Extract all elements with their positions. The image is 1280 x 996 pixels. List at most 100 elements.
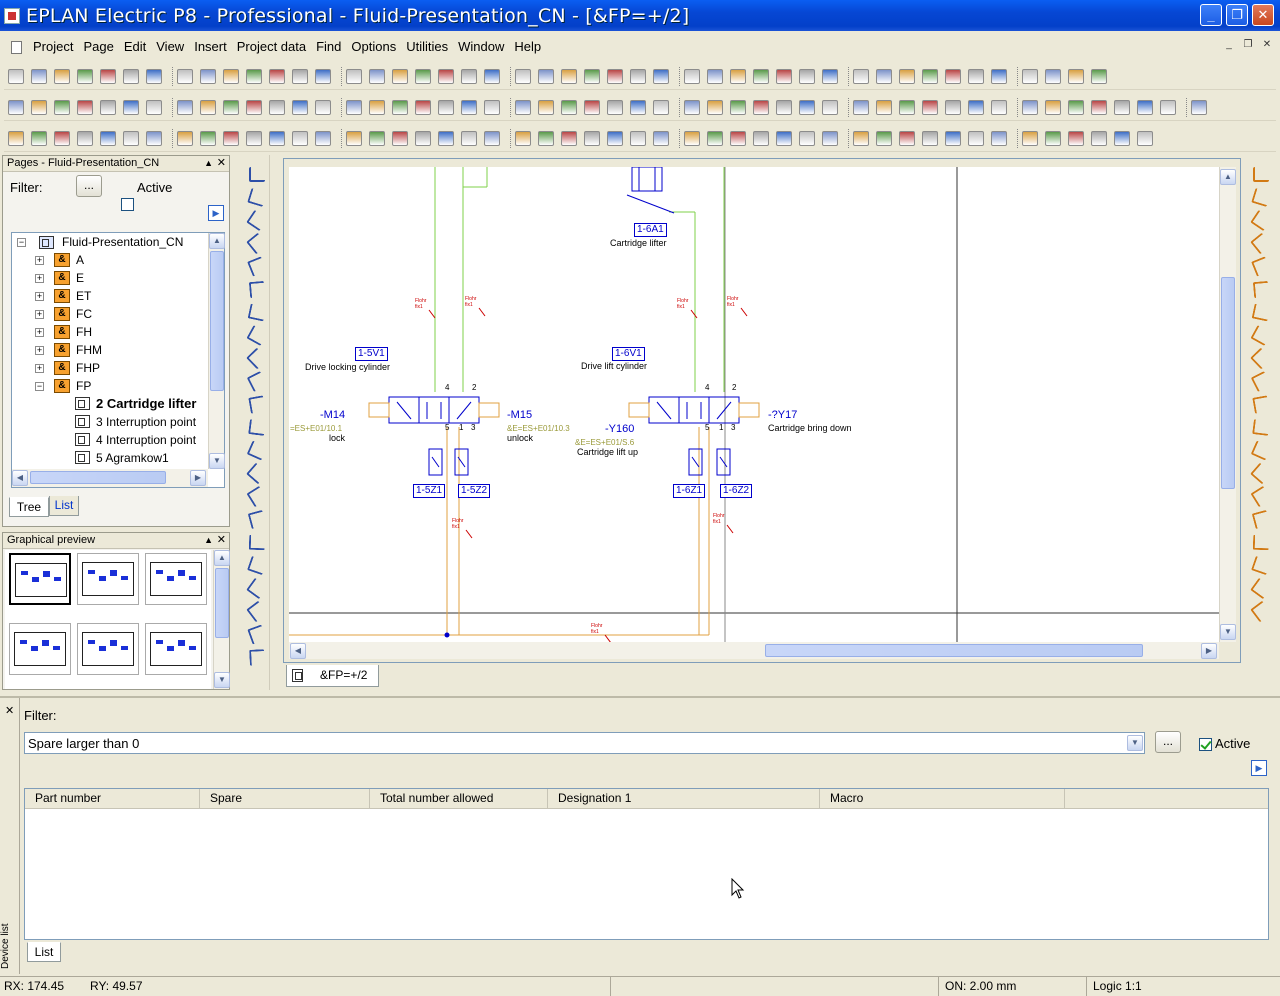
toolbar-tool-icon[interactable] [730, 131, 746, 146]
tree-node-fh[interactable]: FH [76, 323, 92, 341]
label-1-5Z2[interactable]: 1-5Z2 [458, 484, 491, 498]
toolbar-tool-icon[interactable] [707, 69, 723, 84]
toolbar-tool-icon[interactable] [561, 69, 577, 84]
menu-insert[interactable]: Insert [189, 37, 232, 57]
drawing-tool-icon[interactable] [247, 256, 267, 277]
close-icon[interactable]: ✕ [217, 533, 226, 548]
toolbar-tool-icon[interactable] [1160, 100, 1176, 115]
toolbar-tool-icon[interactable] [1091, 131, 1107, 146]
toolbar-tool-icon[interactable] [630, 100, 646, 115]
toolbar-tool-icon[interactable] [369, 131, 385, 146]
toolbar-tool-icon[interactable] [684, 100, 700, 115]
toolbar-tool-icon[interactable] [584, 131, 600, 146]
toolbar-tool-icon[interactable] [200, 131, 216, 146]
scroll-right-arrow-icon[interactable]: ▶ [190, 470, 206, 486]
toolbar-tool-icon[interactable] [822, 69, 838, 84]
toolbar-tool-icon[interactable] [146, 100, 162, 115]
scroll-thumb[interactable] [30, 471, 166, 484]
toolbar-tool-icon[interactable] [246, 131, 262, 146]
toolbar-tool-icon[interactable] [1045, 131, 1061, 146]
tree-node-fhm[interactable]: FHM [76, 341, 102, 359]
toolbar-tool-icon[interactable] [100, 100, 116, 115]
toolbar-tool-icon[interactable] [1137, 131, 1153, 146]
toolbar-tool-icon[interactable] [630, 69, 646, 84]
drawing-tool-icon[interactable] [248, 280, 266, 299]
toolbar-tool-icon[interactable] [100, 69, 116, 84]
toolbar-tool-icon[interactable] [415, 100, 431, 115]
tree-node-a[interactable]: A [76, 251, 84, 269]
toolbar-tool-icon[interactable] [1022, 131, 1038, 146]
drawing-tool-icon[interactable] [246, 232, 268, 255]
toolbar-tool-icon[interactable] [853, 131, 869, 146]
toolbar-tool-icon[interactable] [1022, 69, 1038, 84]
toolbar-tool-icon[interactable] [1045, 69, 1061, 84]
toolbar-tool-icon[interactable] [584, 100, 600, 115]
toolbar-tool-icon[interactable] [968, 131, 984, 146]
toolbar-tool-icon[interactable] [346, 100, 362, 115]
connection-symbol-icon[interactable] [1250, 232, 1272, 255]
drawing-tool-icon[interactable] [247, 187, 267, 208]
toolbar-tool-icon[interactable] [922, 69, 938, 84]
toolbar-tool-icon[interactable] [922, 100, 938, 115]
toolbar-tool-icon[interactable] [538, 100, 554, 115]
toolbar-tool-icon[interactable] [538, 69, 554, 84]
toolbar-tool-icon[interactable] [968, 100, 984, 115]
toolbar-tool-icon[interactable] [730, 69, 746, 84]
label-1-6A1[interactable]: 1-6A1 [634, 223, 667, 237]
label-1-6Z2[interactable]: 1-6Z2 [720, 484, 753, 498]
active-checkbox[interactable] [121, 198, 134, 212]
expand-icon[interactable]: + [35, 364, 44, 373]
menu-project-data[interactable]: Project data [232, 37, 311, 57]
chevron-down-icon[interactable]: ▼ [1127, 735, 1143, 751]
toolbar-tool-icon[interactable] [607, 131, 623, 146]
maximize-button[interactable]: ❐ [1226, 4, 1248, 26]
toolbar-tool-icon[interactable] [899, 100, 915, 115]
drawing-tool-icon[interactable] [247, 624, 267, 645]
tab-tree[interactable]: Tree [9, 497, 49, 517]
toolbar-tool-icon[interactable] [1114, 100, 1130, 115]
toolbar-tool-icon[interactable] [584, 69, 600, 84]
filter-dropdown[interactable]: Spare larger than 0 ▼ [24, 732, 1145, 754]
toolbar-tool-icon[interactable] [77, 131, 93, 146]
mdi-minimize-button[interactable]: _ [1222, 39, 1236, 52]
toolbar-tool-icon[interactable] [315, 131, 331, 146]
toolbar-tool-icon[interactable] [753, 100, 769, 115]
toolbar-tool-icon[interactable] [54, 100, 70, 115]
expand-icon[interactable]: + [35, 328, 44, 337]
toolbar-tool-icon[interactable] [653, 100, 669, 115]
col-part-number[interactable]: Part number [25, 789, 200, 808]
toolbar-tool-icon[interactable] [484, 100, 500, 115]
scroll-up-arrow-icon[interactable]: ▲ [214, 550, 230, 566]
tree-horizontal-scrollbar[interactable]: ◀ ▶ [12, 469, 208, 487]
toolbar-tool-icon[interactable] [100, 131, 116, 146]
filter-select-button[interactable]: ... [76, 175, 102, 197]
toolbar-tool-icon[interactable] [1068, 131, 1084, 146]
toolbar-tool-icon[interactable] [653, 69, 669, 84]
toolbar-tool-icon[interactable] [876, 100, 892, 115]
pin-icon[interactable]: ▲ [204, 533, 213, 548]
toolbar-tool-icon[interactable] [538, 131, 554, 146]
scroll-down-arrow-icon[interactable]: ▼ [214, 672, 230, 688]
toolbar-tool-icon[interactable] [799, 100, 815, 115]
toolbar-tool-icon[interactable] [146, 69, 162, 84]
connection-symbol-icon[interactable] [1250, 577, 1272, 600]
label-M14[interactable]: -M14 [320, 409, 345, 421]
toolbar-tool-icon[interactable] [968, 69, 984, 84]
label-1-6V1[interactable]: 1-6V1 [612, 347, 645, 361]
menu-options[interactable]: Options [346, 37, 401, 57]
toolbar-tool-icon[interactable] [146, 131, 162, 146]
toolbar-tool-icon[interactable] [607, 100, 623, 115]
tree-node-e[interactable]: E [76, 269, 84, 287]
toolbar-tool-icon[interactable] [776, 69, 792, 84]
menu-project[interactable]: Project [28, 37, 78, 57]
connection-symbol-icon[interactable] [1252, 534, 1270, 551]
menu-window[interactable]: Window [453, 37, 509, 57]
connection-symbol-icon[interactable] [1250, 325, 1272, 346]
connection-symbol-icon[interactable] [1250, 347, 1272, 370]
page-thumbnail[interactable] [9, 623, 71, 675]
menu-help[interactable]: Help [509, 37, 546, 57]
active-checkbox[interactable] [1199, 738, 1212, 752]
scroll-down-arrow-icon[interactable]: ▼ [1220, 624, 1236, 640]
toolbar-tool-icon[interactable] [776, 100, 792, 115]
tree-page-item[interactable]: 3 Interruption point [96, 413, 196, 431]
